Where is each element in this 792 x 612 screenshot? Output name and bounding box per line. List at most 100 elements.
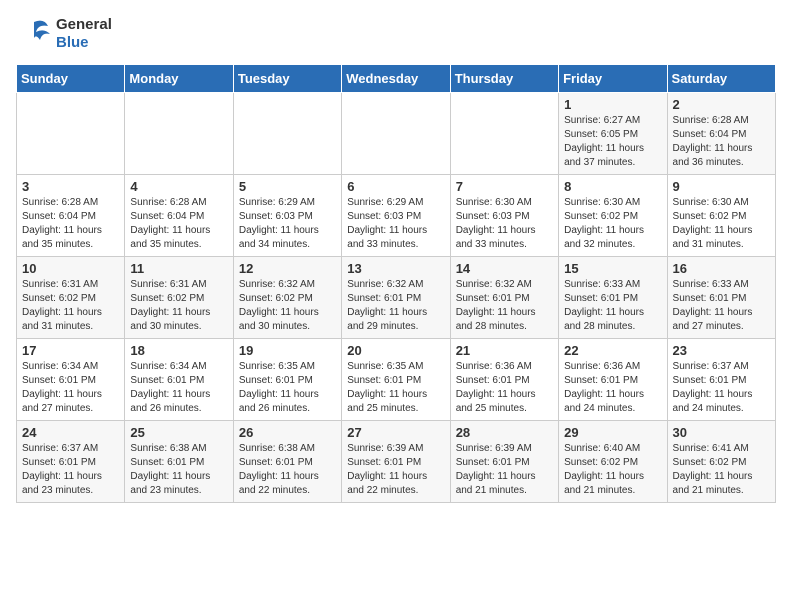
logo: General Blue (16, 16, 112, 52)
calendar-week-row: 10 Sunrise: 6:31 AM Sunset: 6:02 PM Dayli… (17, 257, 776, 339)
day-info: Sunrise: 6:34 AM Sunset: 6:01 PM Dayligh… (22, 360, 119, 416)
logo-blue-text: Blue (56, 34, 89, 51)
day-number: 5 (239, 179, 336, 194)
day-number: 4 (130, 179, 227, 194)
day-info: Sunrise: 6:30 AM Sunset: 6:02 PM Dayligh… (673, 196, 770, 252)
day-info: Sunrise: 6:33 AM Sunset: 6:01 PM Dayligh… (673, 278, 770, 334)
day-number: 11 (130, 261, 227, 276)
day-info: Sunrise: 6:32 AM Sunset: 6:01 PM Dayligh… (456, 278, 553, 334)
day-number: 8 (564, 179, 661, 194)
logo-bird-icon (16, 16, 52, 52)
calendar-cell: 9 Sunrise: 6:30 AM Sunset: 6:02 PM Daylig… (667, 175, 775, 257)
calendar-cell: 6Sunrise: 6:29 AM Sunset: 6:03 PM Daylig… (342, 175, 450, 257)
calendar-week-row: 24 Sunrise: 6:37 AM Sunset: 6:01 PM Dayli… (17, 421, 776, 503)
day-number: 10 (22, 261, 119, 276)
day-info: Sunrise: 6:29 AM Sunset: 6:03 PM Dayligh… (239, 196, 336, 252)
calendar-cell (233, 93, 341, 175)
calendar-cell (17, 93, 125, 175)
calendar-cell: 16 Sunrise: 6:33 AM Sunset: 6:01 PM Dayli… (667, 257, 775, 339)
day-info: Sunrise: 6:35 AM Sunset: 6:01 PM Dayligh… (239, 360, 336, 416)
calendar-week-row: 1 Sunrise: 6:27 AM Sunset: 6:05 PM Daylig… (17, 93, 776, 175)
day-info: Sunrise: 6:32 AM Sunset: 6:01 PM Dayligh… (347, 278, 444, 334)
day-info: Sunrise: 6:37 AM Sunset: 6:01 PM Dayligh… (22, 442, 119, 498)
calendar-cell: 8 Sunrise: 6:30 AM Sunset: 6:02 PM Daylig… (559, 175, 667, 257)
calendar-cell (342, 93, 450, 175)
day-info: Sunrise: 6:41 AM Sunset: 6:02 PM Dayligh… (673, 442, 770, 498)
calendar-week-row: 17 Sunrise: 6:34 AM Sunset: 6:01 PM Dayli… (17, 339, 776, 421)
day-info: Sunrise: 6:36 AM Sunset: 6:01 PM Dayligh… (564, 360, 661, 416)
day-number: 9 (673, 179, 770, 194)
day-number: 13 (347, 261, 444, 276)
weekday-header-wednesday: Wednesday (342, 65, 450, 93)
calendar-cell: 15Sunrise: 6:33 AM Sunset: 6:01 PM Dayli… (559, 257, 667, 339)
calendar-cell: 21 Sunrise: 6:36 AM Sunset: 6:01 PM Dayli… (450, 339, 558, 421)
calendar-cell (125, 93, 233, 175)
day-number: 30 (673, 425, 770, 440)
logo-general-text: General (56, 16, 112, 33)
calendar-cell: 22 Sunrise: 6:36 AM Sunset: 6:01 PM Dayli… (559, 339, 667, 421)
day-info: Sunrise: 6:28 AM Sunset: 6:04 PM Dayligh… (673, 114, 770, 170)
day-number: 25 (130, 425, 227, 440)
day-number: 18 (130, 343, 227, 358)
day-info: Sunrise: 6:28 AM Sunset: 6:04 PM Dayligh… (130, 196, 227, 252)
calendar-table: SundayMondayTuesdayWednesdayThursdayFrid… (16, 64, 776, 503)
day-number: 26 (239, 425, 336, 440)
day-number: 3 (22, 179, 119, 194)
day-info: Sunrise: 6:39 AM Sunset: 6:01 PM Dayligh… (456, 442, 553, 498)
calendar-header: SundayMondayTuesdayWednesdayThursdayFrid… (17, 65, 776, 93)
day-info: Sunrise: 6:31 AM Sunset: 6:02 PM Dayligh… (130, 278, 227, 334)
day-number: 2 (673, 97, 770, 112)
day-info: Sunrise: 6:30 AM Sunset: 6:03 PM Dayligh… (456, 196, 553, 252)
day-number: 17 (22, 343, 119, 358)
calendar-cell: 12Sunrise: 6:32 AM Sunset: 6:02 PM Dayli… (233, 257, 341, 339)
calendar-week-row: 3 Sunrise: 6:28 AM Sunset: 6:04 PM Daylig… (17, 175, 776, 257)
day-number: 20 (347, 343, 444, 358)
day-info: Sunrise: 6:34 AM Sunset: 6:01 PM Dayligh… (130, 360, 227, 416)
day-number: 15 (564, 261, 661, 276)
day-number: 24 (22, 425, 119, 440)
day-info: Sunrise: 6:30 AM Sunset: 6:02 PM Dayligh… (564, 196, 661, 252)
day-number: 1 (564, 97, 661, 112)
day-info: Sunrise: 6:29 AM Sunset: 6:03 PM Dayligh… (347, 196, 444, 252)
day-number: 16 (673, 261, 770, 276)
page-header: General Blue (16, 16, 776, 52)
calendar-cell: 5 Sunrise: 6:29 AM Sunset: 6:03 PM Daylig… (233, 175, 341, 257)
calendar-cell: 23Sunrise: 6:37 AM Sunset: 6:01 PM Dayli… (667, 339, 775, 421)
day-number: 21 (456, 343, 553, 358)
calendar-cell: 26Sunrise: 6:38 AM Sunset: 6:01 PM Dayli… (233, 421, 341, 503)
calendar-cell: 24 Sunrise: 6:37 AM Sunset: 6:01 PM Dayli… (17, 421, 125, 503)
weekday-header-saturday: Saturday (667, 65, 775, 93)
day-number: 7 (456, 179, 553, 194)
weekday-header-sunday: Sunday (17, 65, 125, 93)
calendar-cell: 3Sunrise: 6:28 AM Sunset: 6:04 PM Daylig… (17, 175, 125, 257)
day-number: 28 (456, 425, 553, 440)
day-info: Sunrise: 6:32 AM Sunset: 6:02 PM Dayligh… (239, 278, 336, 334)
day-number: 23 (673, 343, 770, 358)
calendar-body: 1 Sunrise: 6:27 AM Sunset: 6:05 PM Daylig… (17, 93, 776, 503)
calendar-cell: 11 Sunrise: 6:31 AM Sunset: 6:02 PM Dayli… (125, 257, 233, 339)
calendar-cell: 30 Sunrise: 6:41 AM Sunset: 6:02 PM Dayli… (667, 421, 775, 503)
calendar-cell: 18 Sunrise: 6:34 AM Sunset: 6:01 PM Dayli… (125, 339, 233, 421)
calendar-cell: 19Sunrise: 6:35 AM Sunset: 6:01 PM Dayli… (233, 339, 341, 421)
day-number: 27 (347, 425, 444, 440)
day-number: 22 (564, 343, 661, 358)
calendar-cell: 13 Sunrise: 6:32 AM Sunset: 6:01 PM Dayli… (342, 257, 450, 339)
weekday-header-tuesday: Tuesday (233, 65, 341, 93)
calendar-cell: 10 Sunrise: 6:31 AM Sunset: 6:02 PM Dayli… (17, 257, 125, 339)
weekday-header-monday: Monday (125, 65, 233, 93)
day-info: Sunrise: 6:39 AM Sunset: 6:01 PM Dayligh… (347, 442, 444, 498)
weekday-header-thursday: Thursday (450, 65, 558, 93)
day-info: Sunrise: 6:38 AM Sunset: 6:01 PM Dayligh… (130, 442, 227, 498)
calendar-cell: 2 Sunrise: 6:28 AM Sunset: 6:04 PM Daylig… (667, 93, 775, 175)
calendar-cell: 29Sunrise: 6:40 AM Sunset: 6:02 PM Dayli… (559, 421, 667, 503)
calendar-cell: 4 Sunrise: 6:28 AM Sunset: 6:04 PM Daylig… (125, 175, 233, 257)
calendar-cell (450, 93, 558, 175)
day-info: Sunrise: 6:36 AM Sunset: 6:01 PM Dayligh… (456, 360, 553, 416)
weekday-header-row: SundayMondayTuesdayWednesdayThursdayFrid… (17, 65, 776, 93)
calendar-cell: 14Sunrise: 6:32 AM Sunset: 6:01 PM Dayli… (450, 257, 558, 339)
day-info: Sunrise: 6:27 AM Sunset: 6:05 PM Dayligh… (564, 114, 661, 170)
day-info: Sunrise: 6:31 AM Sunset: 6:02 PM Dayligh… (22, 278, 119, 334)
day-info: Sunrise: 6:35 AM Sunset: 6:01 PM Dayligh… (347, 360, 444, 416)
weekday-header-friday: Friday (559, 65, 667, 93)
calendar-cell: 17 Sunrise: 6:34 AM Sunset: 6:01 PM Dayli… (17, 339, 125, 421)
